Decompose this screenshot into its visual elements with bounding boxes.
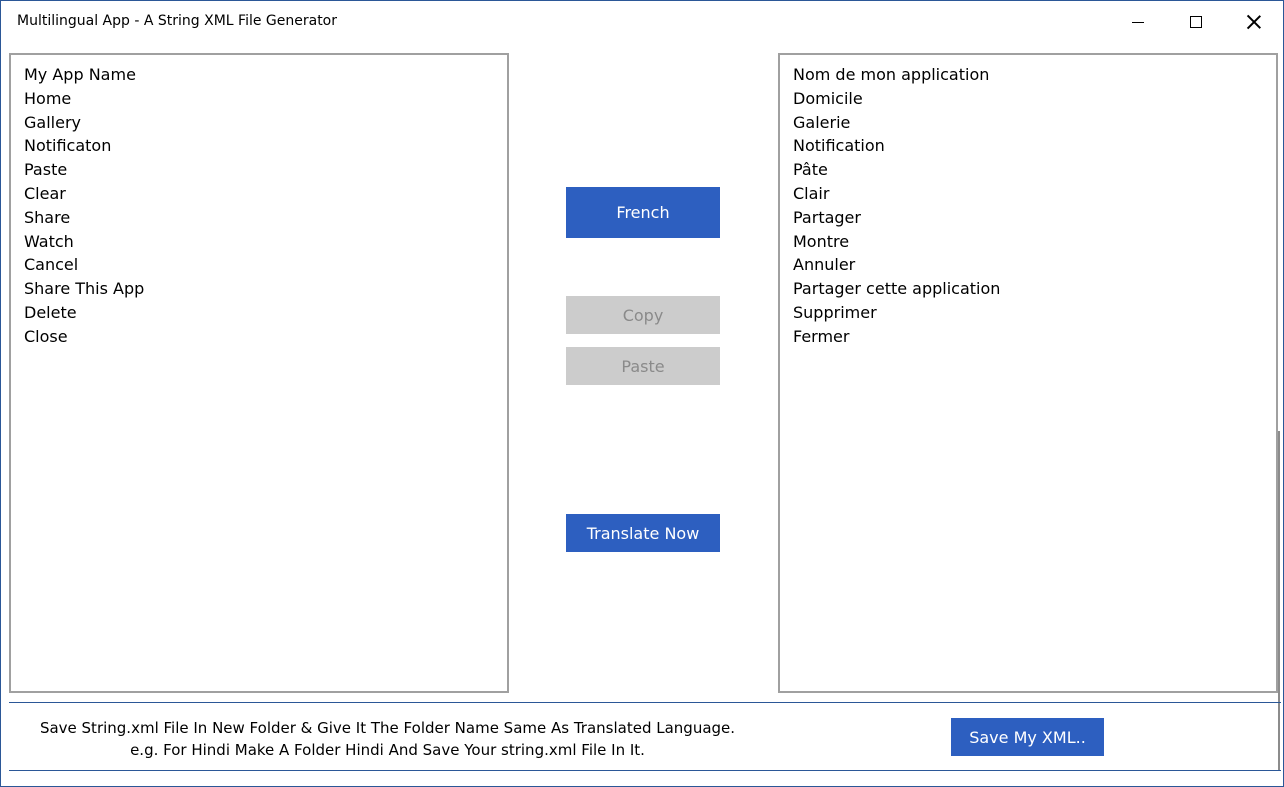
instruction-line-1: Save String.xml File In New Folder & Giv… [39, 719, 736, 737]
translated-line: Annuler [793, 255, 856, 275]
footer-divider-bottom [9, 770, 1281, 771]
source-line: Clear [24, 183, 66, 203]
source-line: Cancel [24, 255, 79, 275]
source-line: Share This App [24, 279, 145, 299]
paste-button[interactable]: Paste [566, 347, 720, 385]
translated-line: Partager cette application [793, 279, 1001, 299]
translated-line: Nom de mon application [793, 65, 990, 84]
source-line: Gallery [24, 112, 81, 132]
translated-lines: Nom de mon application Domicile Galerie … [780, 55, 1276, 349]
source-line: Delete [24, 302, 77, 322]
translated-line: Clair [793, 183, 830, 203]
source-text-box[interactable]: My App Name Home Gallery Notificaton Pas… [9, 53, 509, 693]
translated-line: Fermer [793, 326, 850, 346]
save-instructions: Save String.xml File In New Folder & Giv… [1, 717, 774, 761]
copy-button[interactable]: Copy [566, 296, 720, 334]
translate-now-button[interactable]: Translate Now [566, 514, 720, 552]
instruction-line-2: e.g. For Hindi Make A Folder Hindi And S… [130, 741, 645, 759]
minimize-icon [1132, 21, 1144, 23]
minimize-button[interactable] [1109, 1, 1167, 43]
translated-line: Domicile [793, 88, 863, 108]
save-xml-button[interactable]: Save My XML.. [951, 718, 1104, 756]
close-icon [1247, 15, 1261, 29]
maximize-button[interactable] [1167, 1, 1225, 43]
source-line: Notificaton [24, 136, 112, 156]
source-lines: My App Name Home Gallery Notificaton Pas… [11, 55, 507, 349]
app-window: Multilingual App - A String XML File Gen… [0, 0, 1284, 787]
translated-line: Supprimer [793, 302, 877, 322]
window-title: Multilingual App - A String XML File Gen… [17, 13, 338, 29]
maximize-icon [1190, 16, 1202, 28]
source-line: Close [24, 326, 68, 346]
title-bar[interactable]: Multilingual App - A String XML File Gen… [1, 1, 1283, 43]
source-line: Share [24, 207, 71, 227]
translated-line: Pâte [793, 160, 828, 180]
translated-text-box[interactable]: Nom de mon application Domicile Galerie … [778, 53, 1278, 693]
source-line: Home [24, 88, 72, 108]
translated-line: Notification [793, 136, 885, 156]
translated-line: Montre [793, 231, 850, 251]
window-scrollbar[interactable] [1278, 431, 1280, 771]
close-window-button[interactable] [1225, 1, 1283, 43]
footer-divider-top [9, 702, 1281, 703]
language-select-button[interactable]: French [566, 187, 720, 238]
translated-line: Galerie [793, 112, 851, 132]
source-line: Paste [24, 160, 68, 180]
translated-line: Partager [793, 207, 861, 227]
source-line: Watch [24, 231, 74, 251]
source-line: My App Name [24, 65, 136, 84]
